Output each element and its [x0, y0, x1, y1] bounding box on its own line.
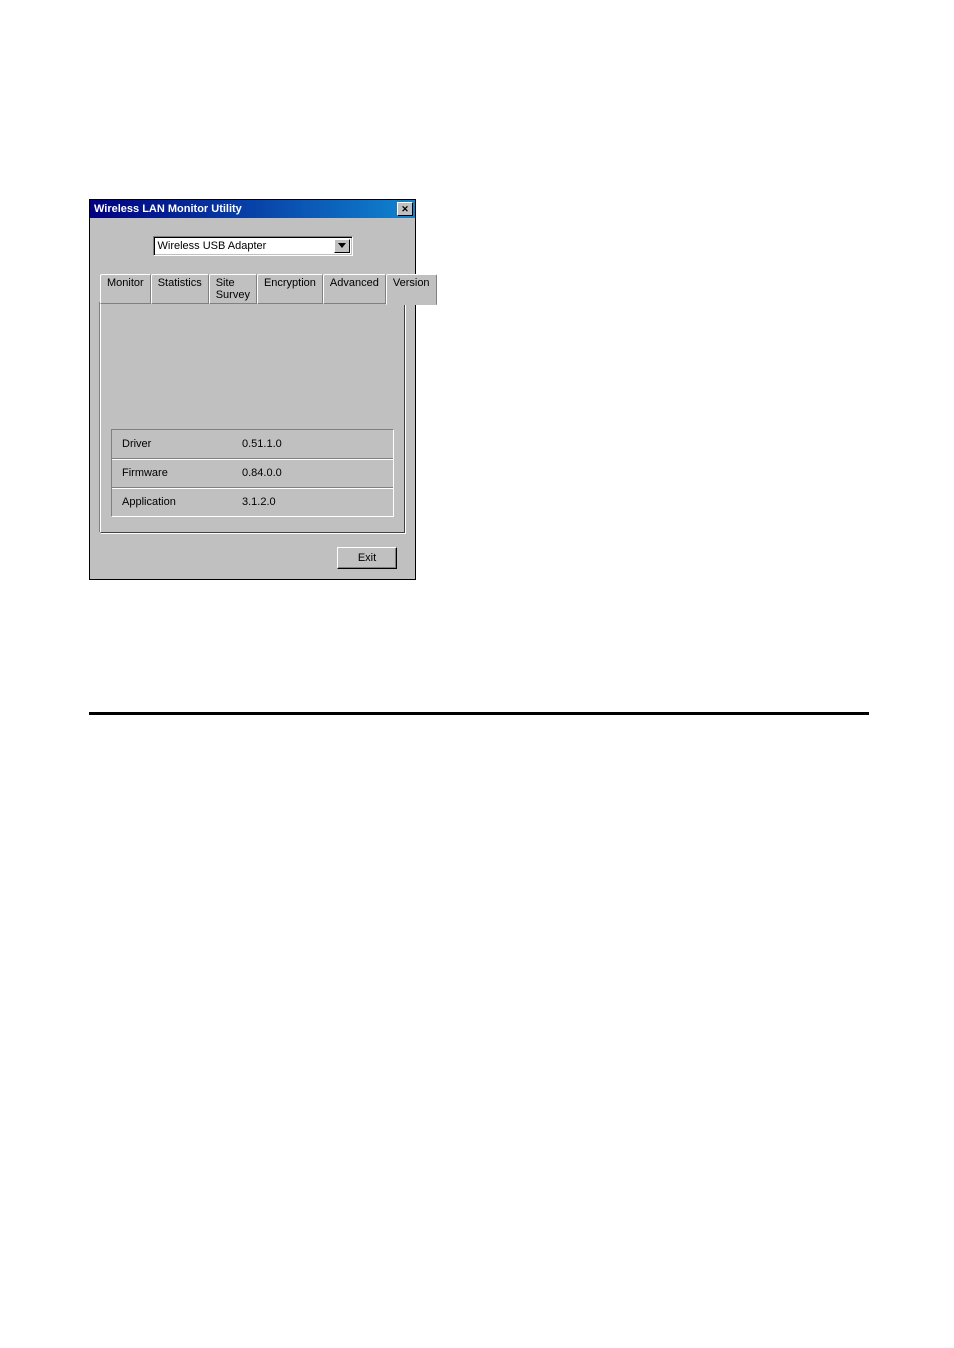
adapter-selected-value: Wireless USB Adapter	[158, 240, 267, 252]
button-row: Exit	[100, 547, 405, 569]
exit-button[interactable]: Exit	[337, 547, 397, 569]
tab-monitor[interactable]: Monitor	[100, 274, 151, 304]
tab-panel-version: Driver 0.51.1.0 Firmware 0.84.0.0 Applic…	[100, 303, 405, 533]
version-value: 0.51.1.0	[242, 438, 383, 450]
app-window: Wireless LAN Monitor Utility ✕ Wireless …	[89, 199, 416, 580]
horizontal-rule	[89, 712, 869, 715]
titlebar: Wireless LAN Monitor Utility ✕	[90, 200, 415, 218]
version-row-firmware: Firmware 0.84.0.0	[112, 459, 393, 488]
tab-advanced[interactable]: Advanced	[323, 274, 386, 304]
version-label: Application	[122, 496, 242, 508]
tab-container: Monitor Statistics Site Survey Encryptio…	[100, 274, 405, 533]
tab-version[interactable]: Version	[386, 274, 437, 305]
window-title: Wireless LAN Monitor Utility	[92, 203, 242, 215]
version-row-application: Application 3.1.2.0	[112, 488, 393, 516]
chevron-down-icon	[334, 239, 350, 253]
tab-statistics[interactable]: Statistics	[151, 274, 209, 304]
tab-encryption[interactable]: Encryption	[257, 274, 323, 304]
version-label: Firmware	[122, 467, 242, 479]
version-row-driver: Driver 0.51.1.0	[112, 430, 393, 459]
tab-site-survey[interactable]: Site Survey	[209, 274, 257, 304]
tab-strip: Monitor Statistics Site Survey Encryptio…	[100, 274, 405, 304]
close-icon: ✕	[401, 204, 409, 215]
version-info-group: Driver 0.51.1.0 Firmware 0.84.0.0 Applic…	[111, 429, 394, 517]
adapter-dropdown[interactable]: Wireless USB Adapter	[153, 236, 353, 256]
version-value: 3.1.2.0	[242, 496, 383, 508]
version-value: 0.84.0.0	[242, 467, 383, 479]
window-body: Wireless USB Adapter Monitor Statistics …	[90, 218, 415, 579]
close-button[interactable]: ✕	[397, 202, 413, 216]
adapter-selector-row: Wireless USB Adapter	[100, 236, 405, 256]
version-label: Driver	[122, 438, 242, 450]
